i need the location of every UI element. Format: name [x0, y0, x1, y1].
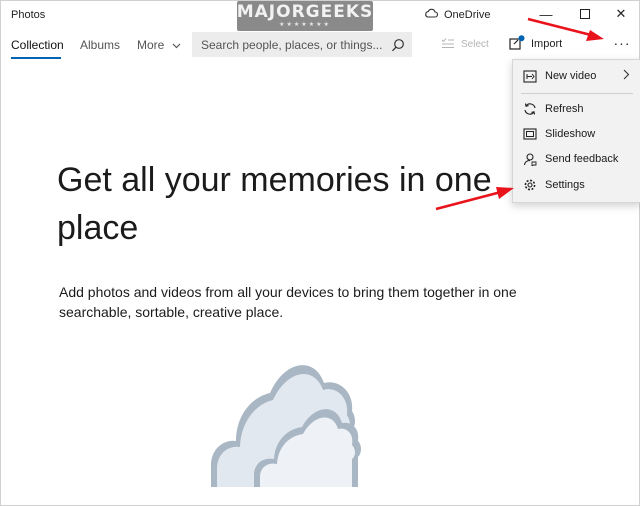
arrow-to-more-button: [527, 17, 604, 41]
arrow-to-settings: [435, 187, 514, 211]
annotation-arrows: [435, 17, 604, 211]
app-window: Photos MAJORGEEKS ★★★★★★★ OneDrive — ✕ C…: [0, 0, 640, 506]
